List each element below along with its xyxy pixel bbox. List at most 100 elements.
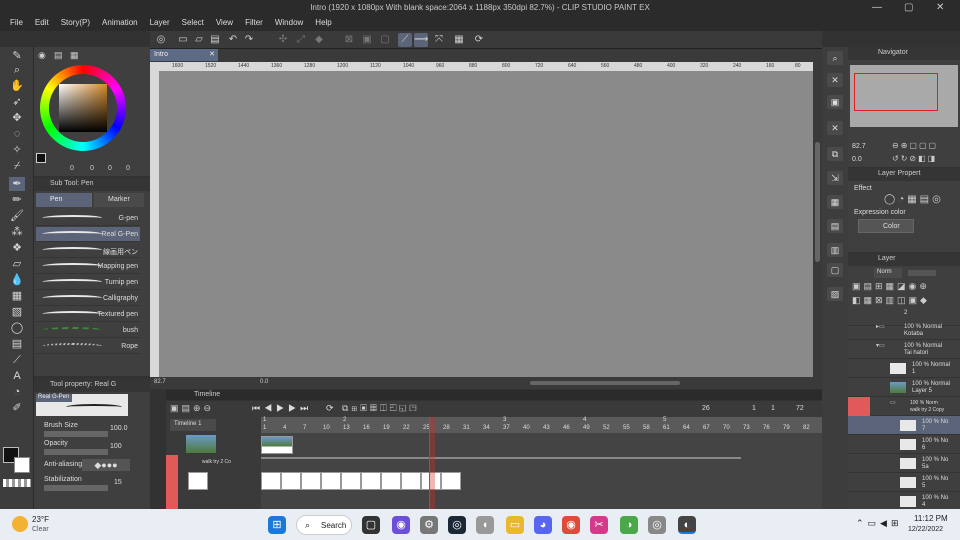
open-folder-icon[interactable]: ▱ [192, 33, 206, 47]
color-slider-tab-icon[interactable]: ▤ [54, 50, 63, 61]
layer-row[interactable]: 100 % Normal 1 [848, 359, 960, 378]
opacity-value[interactable]: 100 [110, 443, 122, 450]
color-set-tab-icon[interactable]: ▦ [70, 50, 79, 61]
clip-studio-paint-taskbar-icon[interactable]: ◐ [678, 516, 696, 534]
start-frame[interactable]: 1 [752, 405, 756, 412]
photos-icon[interactable]: ◑ [620, 516, 638, 534]
task-view-icon[interactable]: ▢ [362, 516, 380, 534]
drawing-canvas[interactable] [159, 71, 813, 377]
canvas-tab[interactable]: Intro ✕ [150, 49, 218, 61]
navigator-rotate-controls[interactable]: ↺↻⊘◧◨ [892, 154, 937, 163]
brush-item[interactable]: Turnip pen [36, 275, 140, 290]
menu-animation[interactable]: Animation [96, 16, 144, 31]
lasso-icon[interactable]: ◌ [9, 127, 25, 141]
layer-toolbar-icons-2[interactable]: ◧▦⊠▥◫▣◆ [852, 295, 930, 306]
loop-icon[interactable]: ⟳ [326, 403, 338, 414]
menu-filter[interactable]: Filter [239, 16, 269, 31]
start-icon[interactable]: ⊞ [268, 516, 286, 534]
invert-selection-icon[interactable]: ▣ [360, 33, 374, 47]
layer-toolbar-icons[interactable]: ▣▤⊞▦◪◉⊕ [852, 281, 930, 292]
stabilization-slider[interactable] [44, 485, 108, 491]
clip-studio-icon[interactable]: ◎ [154, 33, 168, 47]
search-icon[interactable]: ⌕ [827, 51, 843, 65]
navigator-preview[interactable] [850, 65, 958, 127]
brush-icon[interactable]: 🖌 [9, 209, 25, 223]
text-icon[interactable]: A [9, 369, 25, 383]
pencil-icon[interactable]: ✏ [9, 193, 25, 207]
grid-icon[interactable]: ▦ [827, 195, 843, 209]
timeline-frames[interactable]: 1 4 7 10 13 16 19 22 25 28 31 34 37 40 4… [261, 417, 822, 509]
menu-select[interactable]: Select [176, 16, 210, 31]
gradient-icon[interactable]: ▧ [9, 305, 25, 319]
settings-icon[interactable]: ⚙ [420, 516, 438, 534]
brush-item[interactable]: bush [36, 323, 140, 338]
maximize-icon[interactable]: ▢ [904, 2, 913, 13]
layer-row[interactable]: 100 % No 6 [848, 435, 960, 454]
brush-size-value[interactable]: 100.0 [110, 425, 128, 432]
redo-icon[interactable]: ↷ [242, 33, 256, 47]
tab-close-icon[interactable]: ✕ [209, 50, 215, 58]
sub-color-swatch[interactable] [14, 457, 30, 473]
steam-icon[interactable]: ◎ [448, 516, 466, 534]
layer-strip-icon[interactable]: ✕ [827, 73, 843, 87]
layer-row[interactable]: ▾▭ 100 % Normal Tai hatori [848, 340, 960, 359]
undo-icon[interactable]: ↶ [226, 33, 240, 47]
brush-item-selected[interactable]: Real G-Pen [36, 227, 140, 242]
frame-cel[interactable] [301, 472, 321, 490]
save-icon[interactable]: ▤ [208, 33, 222, 47]
menu-story[interactable]: Story(P) [55, 16, 96, 31]
menu-layer[interactable]: Layer [144, 16, 176, 31]
layer-row[interactable]: ▭ 100 % Norm walk try 2 Copy [870, 397, 960, 416]
export-icon[interactable]: ⇲ [827, 171, 843, 185]
vertical-scrollbar[interactable] [813, 62, 822, 377]
color-wheel-tab-icon[interactable]: ◉ [38, 50, 46, 61]
brush-item[interactable]: G-pen [36, 211, 140, 226]
pen-tool-icon[interactable]: ✎ [9, 49, 25, 63]
brush-item[interactable]: Calligraphy [36, 291, 140, 306]
close-icon[interactable]: ✕ [936, 2, 944, 13]
file-explorer-icon[interactable]: ▭ [506, 516, 524, 534]
current-frame[interactable]: 26 [702, 405, 710, 412]
frame-strip-icon[interactable]: ▢ [827, 263, 843, 277]
clip-studio-taskbar-icon[interactable]: ◎ [648, 516, 666, 534]
navigator-zoom[interactable]: 82.7 [852, 143, 866, 150]
frame-cel[interactable] [341, 472, 361, 490]
material-icon[interactable]: ▣ [827, 95, 843, 109]
eraser-icon[interactable]: ▱ [9, 257, 25, 271]
layer-opacity-slider[interactable] [908, 270, 936, 276]
discord-icon[interactable]: ◕ [534, 516, 552, 534]
frame-cel[interactable] [381, 472, 401, 490]
zoom-value[interactable]: 82.7 [154, 379, 166, 385]
decoration-icon[interactable]: ❖ [9, 241, 25, 255]
frame-cel[interactable] [321, 472, 341, 490]
ruler-icon[interactable]: ⟋ [9, 353, 25, 367]
system-tray-icons[interactable]: ⌃▭◀⊞ [856, 518, 903, 529]
blend-mode-select[interactable]: Norm [874, 268, 902, 278]
anti-aliasing-selector[interactable]: ◆●●● [82, 459, 130, 471]
layer-row[interactable]: 100 % Normal Layer 5 [848, 378, 960, 397]
figure-icon[interactable]: ◯ [9, 321, 25, 335]
transparent-color-swatch[interactable] [3, 479, 31, 487]
brush-item[interactable]: Textured pen [36, 307, 140, 322]
teams-icon[interactable]: ◉ [392, 516, 410, 534]
airbrush-icon[interactable]: ⁂ [9, 225, 25, 239]
playhead[interactable] [429, 417, 435, 509]
menu-edit[interactable]: Edit [29, 16, 55, 31]
snipping-tool-icon[interactable]: ✂ [590, 516, 608, 534]
deselect-icon[interactable]: ⊠ [342, 33, 356, 47]
end-frame[interactable]: 72 [796, 405, 804, 412]
saturation-value-square[interactable] [59, 84, 107, 132]
layer-row[interactable]: 100 % No 5a [848, 454, 960, 473]
frame-border-icon[interactable]: ▤ [9, 337, 25, 351]
move-layer-icon[interactable]: ✥ [9, 111, 25, 125]
stabilization-value[interactable]: 15 [114, 479, 122, 486]
timeline-toolbar-icons[interactable]: ▣▤⊕⊖ [170, 403, 214, 414]
operation-icon[interactable]: ➶ [9, 95, 25, 109]
taskbar-search[interactable]: ⌕ Search [296, 515, 352, 535]
tab-marker[interactable]: Marker [94, 193, 144, 207]
blend-icon[interactable]: 💧 [9, 273, 25, 287]
rotation-value[interactable]: 0.0 [260, 379, 268, 385]
eyedropper-icon[interactable]: ⌿ [9, 159, 25, 173]
menu-window[interactable]: Window [269, 16, 309, 31]
brush-item[interactable]: Rope [36, 339, 140, 354]
